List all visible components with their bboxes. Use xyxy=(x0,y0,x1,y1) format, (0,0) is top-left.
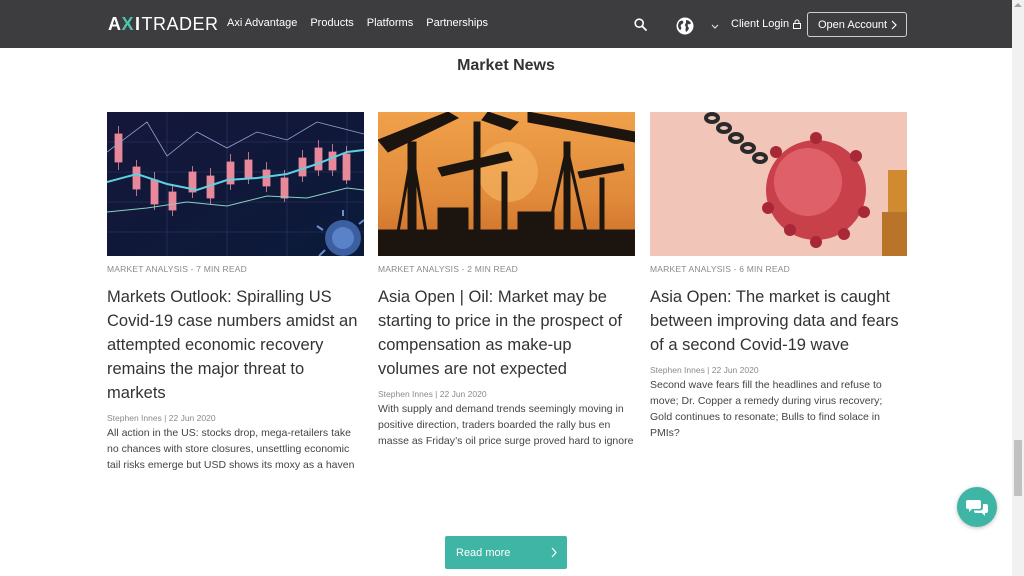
scroll-up-arrow-icon[interactable] xyxy=(1013,2,1023,8)
chat-bubbles-icon xyxy=(966,500,988,516)
article-category: MARKET ANALYSIS - 7 MIN READ xyxy=(107,264,247,274)
open-account-label: Open Account xyxy=(818,18,888,31)
chevron-right-icon xyxy=(891,20,897,30)
nav-platforms[interactable]: Platforms xyxy=(367,17,413,29)
article-card[interactable]: MARKET ANALYSIS - 6 MIN READ Asia Open: … xyxy=(650,112,907,441)
article-image-oil-pumps[interactable] xyxy=(378,112,635,256)
article-summary: All action in the US: stocks drop, mega-… xyxy=(107,427,355,471)
globe-icon[interactable] xyxy=(676,17,694,35)
search-icon[interactable] xyxy=(634,18,647,31)
article-author-date: Stephen Innes | 22 Jun 2020 xyxy=(107,413,216,423)
article-card[interactable]: MARKET ANALYSIS - 7 MIN READ Markets Out… xyxy=(107,112,364,473)
article-summary: With supply and demand trends seemingly … xyxy=(378,403,634,447)
chevron-right-icon xyxy=(551,547,557,558)
nav-products[interactable]: Products xyxy=(310,17,353,29)
logo-letter-x: X xyxy=(121,13,135,34)
article-card[interactable]: MARKET ANALYSIS - 2 MIN READ Asia Open |… xyxy=(378,112,635,449)
logo-trader: TRADER xyxy=(141,13,219,34)
article-headline[interactable]: Asia Open | Oil: Market may be starting … xyxy=(378,285,635,381)
section-title: Market News xyxy=(457,57,555,74)
article-author-date: Stephen Innes | 22 Jun 2020 xyxy=(650,365,759,375)
nav-partnerships[interactable]: Partnerships xyxy=(426,17,488,29)
nav-axi-advantage[interactable]: Axi Advantage xyxy=(227,17,297,29)
client-login-label: Client Login xyxy=(731,18,790,30)
read-more-button[interactable]: Read more xyxy=(445,536,567,569)
article-category: MARKET ANALYSIS - 6 MIN READ xyxy=(650,264,790,274)
article-image-virus-coins[interactable] xyxy=(650,112,907,256)
article-headline[interactable]: Markets Outlook: Spiralling US Covid-19 … xyxy=(107,285,364,405)
article-headline[interactable]: Asia Open: The market is caught between … xyxy=(650,285,907,357)
logo-letter-a: A xyxy=(108,13,122,34)
lock-icon xyxy=(793,19,802,29)
article-image-market-chart[interactable] xyxy=(107,112,364,256)
chat-button[interactable] xyxy=(957,487,997,527)
article-summary: Second wave fears fill the headlines and… xyxy=(650,379,883,439)
client-login-link[interactable]: Client Login xyxy=(731,18,802,30)
scrollbar-thumb[interactable] xyxy=(1014,440,1022,496)
logo-letter-i: I xyxy=(135,13,141,34)
top-navigation-bar: A X I TRADER Axi Advantage Products Platfor… xyxy=(0,0,1012,48)
article-category: MARKET ANALYSIS - 2 MIN READ xyxy=(378,264,518,274)
read-more-label: Read more xyxy=(456,546,511,559)
axitrader-logo[interactable]: A X I TRADER xyxy=(108,13,219,35)
main-nav: Axi Advantage Products Platforms Partner… xyxy=(227,17,488,29)
article-author-date: Stephen Innes | 22 Jun 2020 xyxy=(378,389,487,399)
chevron-down-icon[interactable] xyxy=(711,24,719,29)
page: A X I TRADER Axi Advantage Products Platfor… xyxy=(0,0,1024,576)
open-account-button[interactable]: Open Account xyxy=(807,12,907,37)
